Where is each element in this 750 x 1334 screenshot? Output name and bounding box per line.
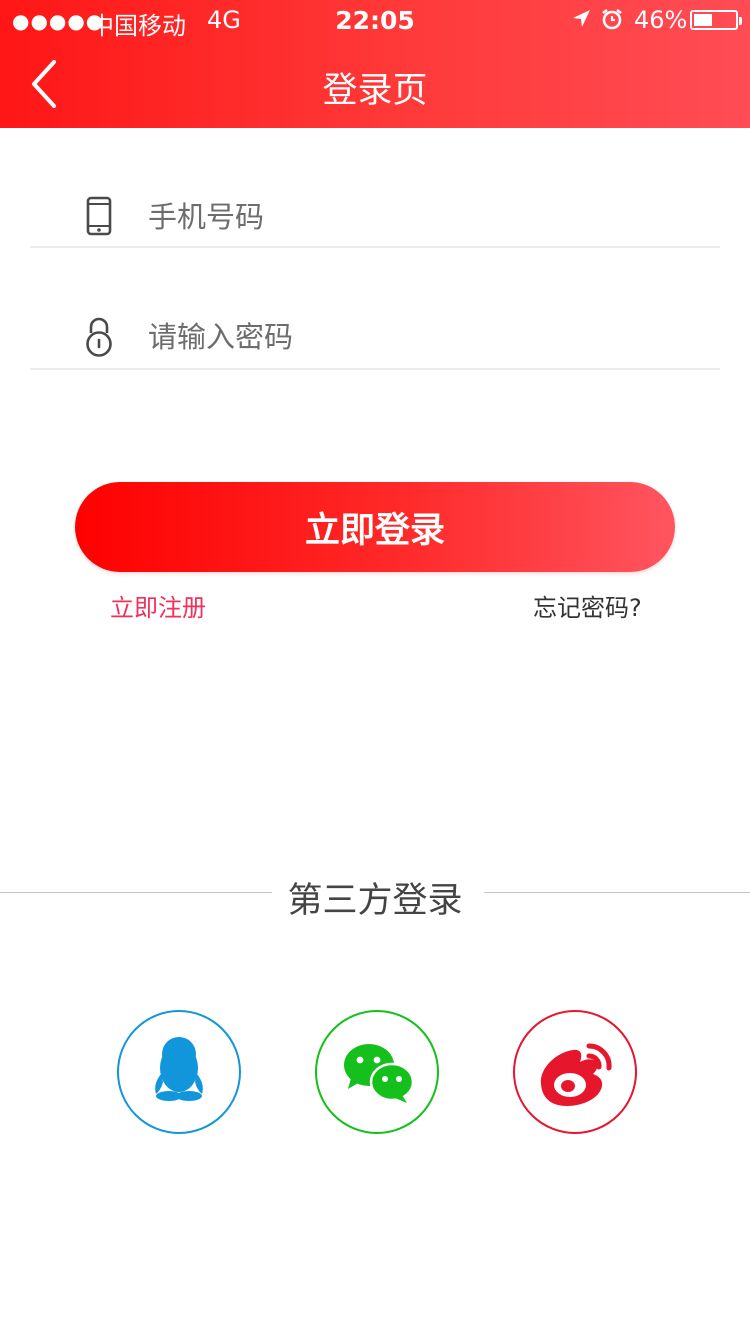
login-button[interactable]: 立即登录 bbox=[75, 482, 675, 572]
phone-input[interactable] bbox=[148, 196, 688, 238]
qq-icon bbox=[117, 1010, 241, 1134]
forgot-password-link[interactable]: 忘记密码? bbox=[533, 588, 642, 623]
weibo-login-button[interactable] bbox=[513, 1010, 637, 1134]
qq-login-button[interactable] bbox=[117, 1010, 241, 1134]
alarm-icon bbox=[602, 8, 622, 30]
wechat-icon bbox=[315, 1010, 439, 1134]
status-bar: ●●●●● 中国移动 4G 22:05 46% bbox=[0, 0, 750, 40]
battery-icon bbox=[690, 10, 742, 30]
header-bar: ●●●●● 中国移动 4G 22:05 46% 登录页 bbox=[0, 0, 750, 128]
wechat-login-button[interactable] bbox=[315, 1010, 439, 1134]
register-link[interactable]: 立即注册 bbox=[110, 588, 206, 623]
password-divider bbox=[30, 368, 720, 370]
weibo-icon bbox=[513, 1010, 637, 1134]
phone-divider bbox=[30, 246, 720, 248]
location-arrow-icon bbox=[573, 10, 590, 27]
page-title: 登录页 bbox=[322, 71, 428, 111]
password-input[interactable] bbox=[148, 316, 688, 358]
battery-percent: 46% bbox=[634, 6, 688, 34]
phone-icon bbox=[86, 196, 112, 236]
lock-icon bbox=[86, 317, 112, 357]
third-party-title: 第三方登录 bbox=[287, 881, 463, 921]
